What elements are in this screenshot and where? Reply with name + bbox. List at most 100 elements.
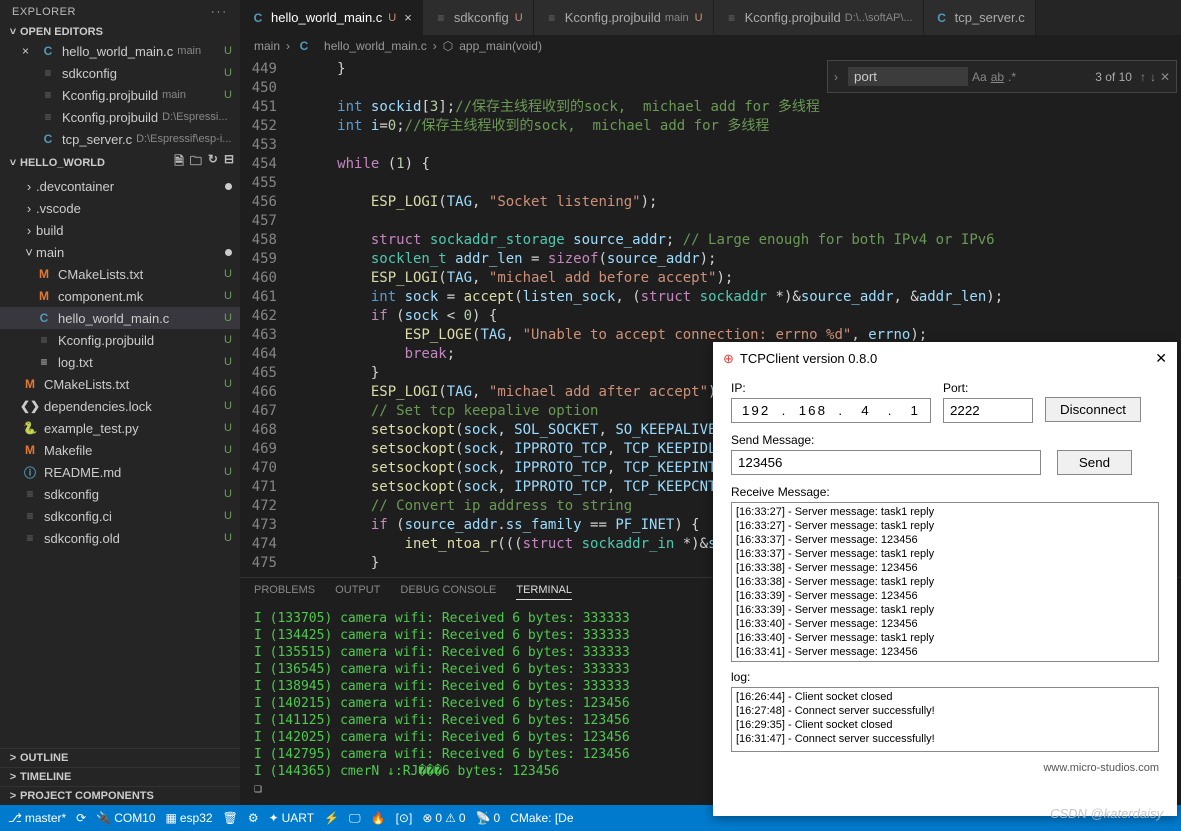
whole-word-icon[interactable]: ab xyxy=(991,70,1004,84)
tree-item[interactable]: MCMakeLists.txtU xyxy=(0,373,240,395)
log-textarea[interactable]: [16:26:44] - Client socket closed[16:27:… xyxy=(731,687,1159,752)
panel-tab[interactable]: OUTPUT xyxy=(335,584,380,600)
send-input[interactable] xyxy=(731,450,1041,475)
tree-item[interactable]: ›.devcontainer xyxy=(0,175,240,197)
ip-input[interactable] xyxy=(731,398,931,423)
M-icon: M xyxy=(22,442,38,458)
tree-item[interactable]: ›build xyxy=(0,219,240,241)
popup-title: TCPClient version 0.8.0 xyxy=(740,351,877,366)
find-close-icon[interactable]: ✕ xyxy=(1160,70,1170,84)
find-expand-icon[interactable]: › xyxy=(834,70,848,84)
send-button[interactable]: Send xyxy=(1057,450,1132,475)
flash-icon[interactable]: ⚡ xyxy=(324,811,339,825)
tree-item[interactable]: MCMakeLists.txtU xyxy=(0,263,240,285)
port-input[interactable] xyxy=(943,398,1033,423)
tree-item[interactable]: 🐍example_test.pyU xyxy=(0,417,240,439)
more-icon[interactable]: ··· xyxy=(211,6,228,18)
clean-icon[interactable]: 🗑 xyxy=(223,811,238,825)
site-link[interactable]: www.micro-studios.com xyxy=(1043,762,1159,774)
disconnect-button[interactable]: Disconnect xyxy=(1045,397,1141,422)
tree-item[interactable]: Mcomponent.mkU xyxy=(0,285,240,307)
target-chip[interactable]: ▦ esp32 xyxy=(166,811,213,825)
build-icon[interactable]: ⚙ xyxy=(248,811,259,825)
C-icon: C xyxy=(250,10,266,26)
refresh-icon[interactable]: ↻ xyxy=(208,152,218,173)
cmake-status[interactable]: CMake: [De xyxy=(510,811,573,825)
tcp-client-window: ⊕TCPClient version 0.8.0✕ IP: Port: Disc… xyxy=(713,342,1177,816)
tree-item[interactable]: MMakefileU xyxy=(0,439,240,461)
sync-icon[interactable]: ⟳ xyxy=(76,811,86,825)
breadcrumb[interactable]: main › Chello_world_main.c › ⬡app_main(v… xyxy=(240,35,1181,57)
f-icon: ❮❯ xyxy=(22,398,38,414)
monitor-icon[interactable]: 🖵 xyxy=(349,811,361,826)
panel-tab[interactable]: PROBLEMS xyxy=(254,584,315,600)
cog-icon: ≡ xyxy=(40,109,56,125)
editor-tab[interactable]: ≡Kconfig.projbuildmainU xyxy=(534,0,714,35)
explorer-sidebar: EXPLORER ··· ˅OPEN EDITORS ×Chello_world… xyxy=(0,0,240,805)
close-icon[interactable]: × xyxy=(404,10,412,25)
C-icon: C xyxy=(36,310,52,326)
tree-item[interactable]: ≡log.txtU xyxy=(0,351,240,373)
open-editor-item[interactable]: Ctcp_server.cD:\Espressif\esp-i... xyxy=(0,128,240,150)
open-editor-item[interactable]: ≡sdkconfigU xyxy=(0,62,240,84)
open-editor-item[interactable]: ≡Kconfig.projbuildmainU xyxy=(0,84,240,106)
editor-tab[interactable]: ≡Kconfig.projbuildD:\..\softAP\... xyxy=(714,0,924,35)
cog-icon: ≡ xyxy=(40,87,56,103)
py-icon: 🐍 xyxy=(22,420,38,436)
M-icon: M xyxy=(36,266,52,282)
ip-label: IP: xyxy=(731,381,931,395)
tree-item[interactable]: ≡Kconfig.projbuildU xyxy=(0,329,240,351)
serial-port[interactable]: 🔌 COM10 xyxy=(96,811,155,825)
symbol-icon: ⬡ xyxy=(443,39,453,53)
new-file-icon[interactable]: 🗎 xyxy=(174,152,184,173)
app-icon: ⊕ xyxy=(723,351,734,367)
git-branch[interactable]: ⎇ master* xyxy=(8,811,66,825)
editor-tabs: Chello_world_main.cU×≡sdkconfigU≡Kconfig… xyxy=(240,0,1181,35)
timeline-section[interactable]: >TIMELINE xyxy=(0,767,240,786)
tree-item[interactable]: ⓘREADME.mdU xyxy=(0,461,240,483)
open-editors-section[interactable]: ˅OPEN EDITORS xyxy=(0,24,240,40)
errors-warnings[interactable]: ⊗ 0 ⚠ 0 xyxy=(422,811,465,825)
txt-icon: ≡ xyxy=(36,354,52,370)
cog-icon: ≡ xyxy=(36,332,52,348)
find-prev-icon[interactable]: ↑ xyxy=(1140,70,1146,84)
match-case-icon[interactable]: Aa xyxy=(972,70,987,84)
tree-item[interactable]: ❮❯dependencies.lockU xyxy=(0,395,240,417)
open-editor-item[interactable]: ≡Kconfig.projbuildD:\Espressi... xyxy=(0,106,240,128)
editor-tab[interactable]: ≡sdkconfigU xyxy=(423,0,534,35)
tree-item[interactable]: ≡sdkconfig.oldU xyxy=(0,527,240,549)
tree-item[interactable]: ≡sdkconfigU xyxy=(0,483,240,505)
close-icon[interactable]: ✕ xyxy=(1155,350,1167,367)
M-icon: M xyxy=(22,376,38,392)
recv-label: Receive Message: xyxy=(731,485,1159,499)
find-input[interactable] xyxy=(848,67,968,86)
openocd-icon[interactable]: [⊙] xyxy=(396,811,413,825)
regex-icon[interactable]: .* xyxy=(1008,70,1016,84)
cog-icon: ≡ xyxy=(724,10,740,26)
tree-item[interactable]: ˅main xyxy=(0,241,240,263)
cog-icon: ≡ xyxy=(22,486,38,502)
editor-tab[interactable]: Chello_world_main.cU× xyxy=(240,0,423,35)
explorer-title: EXPLORER xyxy=(12,6,76,18)
radio-icon[interactable]: 📡 0 xyxy=(476,811,501,825)
close-icon[interactable]: × xyxy=(22,44,36,58)
new-folder-icon[interactable]: 🗀 xyxy=(190,152,202,173)
flash-method[interactable]: ✦ UART xyxy=(269,811,315,825)
receive-textarea[interactable]: [16:33:27] - Server message: task1 reply… xyxy=(731,502,1159,662)
project-components-section[interactable]: >PROJECT COMPONENTS xyxy=(0,786,240,805)
open-editor-item[interactable]: ×Chello_world_main.cmainU xyxy=(0,40,240,62)
rd-icon: ⓘ xyxy=(22,464,38,480)
find-next-icon[interactable]: ↓ xyxy=(1150,70,1156,84)
editor-tab[interactable]: Ctcp_server.c xyxy=(924,0,1036,35)
panel-tab[interactable]: TERMINAL xyxy=(516,584,572,600)
hello-world-section[interactable]: ˅HELLO_WORLD🗎🗀↻⊟ xyxy=(0,150,240,175)
cog-icon: ≡ xyxy=(40,65,56,81)
tree-item[interactable]: Chello_world_main.cU xyxy=(0,307,240,329)
log-label: log: xyxy=(731,670,1159,684)
outline-section[interactable]: >OUTLINE xyxy=(0,748,240,767)
tree-item[interactable]: ≡sdkconfig.ciU xyxy=(0,505,240,527)
flame-icon[interactable]: 🔥 xyxy=(371,811,386,825)
panel-tab[interactable]: DEBUG CONSOLE xyxy=(400,584,496,600)
tree-item[interactable]: ›.vscode xyxy=(0,197,240,219)
collapse-icon[interactable]: ⊟ xyxy=(224,152,234,173)
